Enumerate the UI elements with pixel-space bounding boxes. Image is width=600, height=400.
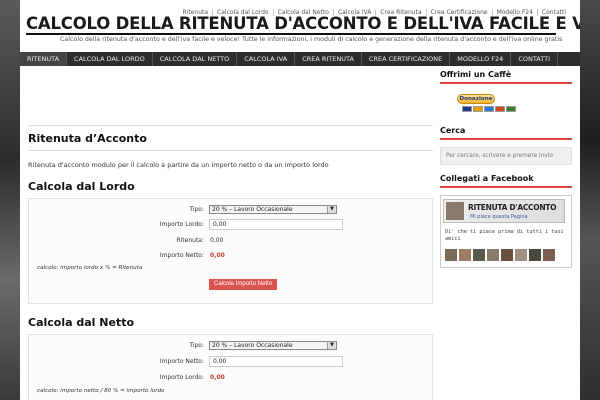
- background-right: [580, 0, 600, 400]
- lordo-importo-input[interactable]: 0,00: [209, 219, 343, 230]
- facebook-page-avatar: [446, 202, 464, 220]
- netto-tipo-label: Tipo:: [189, 342, 204, 349]
- lordo-calculator: Tipo: 20 % – Lavoro Occasionale ▼ Import…: [28, 198, 433, 304]
- lordo-formula: calcolo: importo lordo x % = Ritenuta: [37, 265, 143, 271]
- payment-cards: [462, 106, 516, 112]
- nav-item-calcola-iva[interactable]: CALCOLA IVA: [237, 52, 296, 66]
- facebook-prompt-text: Di' che ti piace prima di tutti i tuoi a…: [445, 229, 564, 242]
- fan-avatar[interactable]: [473, 249, 485, 261]
- discover-card-icon: [495, 106, 505, 112]
- lordo-netto-value: 0,00: [210, 252, 225, 259]
- netto-importo-label: Importo Netto:: [159, 358, 204, 365]
- mastercard-icon: [473, 106, 483, 112]
- lordo-ritenuta-value: 0,00: [210, 237, 224, 244]
- page: Ritenuta Calcola dal Lordo Calcola dal N…: [20, 0, 580, 400]
- netto-calculator: Tipo: 20 % – Lavoro Occasionale ▼ Import…: [28, 334, 433, 400]
- facebook-like-box: RITENUTA D'ACCONTO Mi piace questa Pagin…: [440, 195, 572, 268]
- netto-importo-row: Importo Netto: 0,00: [29, 356, 432, 368]
- netto-lordo-label: Importo Lordo:: [159, 374, 204, 381]
- bank-card-icon: [506, 106, 516, 112]
- lordo-importo-row: Importo Lordo: 0,00: [29, 219, 432, 231]
- site-tagline: Calcolo della ritenuta d'acconto e dell'…: [60, 36, 563, 43]
- nav-item-calcola-lordo[interactable]: CALCOLA DAL LORDO: [67, 52, 153, 66]
- donate-widget: Donazione: [440, 92, 572, 120]
- donate-button[interactable]: Donazione: [457, 94, 495, 104]
- ad-space: [28, 70, 433, 122]
- lordo-importo-label: Importo Lordo:: [159, 221, 204, 228]
- search-input[interactable]: Per cercare, scrivere e premere invio: [440, 147, 572, 165]
- coffee-widget-title: Offrimi un Caffè: [440, 70, 572, 84]
- lordo-tipo-select[interactable]: 20 % – Lavoro Occasionale ▼: [209, 205, 337, 214]
- site-title[interactable]: CALCOLO DELLA RITENUTA D'ACCONTO E DELL'…: [26, 14, 580, 33]
- fan-avatar[interactable]: [543, 249, 555, 261]
- fan-avatar[interactable]: [529, 249, 541, 261]
- post-divider: [28, 150, 433, 151]
- facebook-page-name: RITENUTA D'ACCONTO: [468, 203, 557, 212]
- search-widget-title: Cerca: [440, 126, 572, 140]
- nav-item-modello-f24[interactable]: MODELLO F24: [450, 52, 512, 66]
- nav-item-crea-ritenuta[interactable]: CREA RITENUTA: [295, 52, 362, 66]
- facebook-fans: [445, 249, 555, 261]
- netto-tipo-row: Tipo: 20 % – Lavoro Occasionale ▼: [29, 340, 432, 352]
- netto-lordo-value: 0,00: [210, 374, 225, 381]
- fan-avatar[interactable]: [459, 249, 471, 261]
- nav-item-contatti[interactable]: CONTATTI: [511, 52, 558, 66]
- lordo-tipo-label: Tipo:: [189, 206, 204, 213]
- lordo-ritenuta-row: Ritenuta: 0,00: [29, 235, 432, 247]
- facebook-like-button[interactable]: Mi piace questa Pagina: [470, 214, 528, 220]
- lordo-ritenuta-label: Ritenuta:: [176, 237, 204, 244]
- sidebar: Offrimi un Caffè Donazione Cerca Per cer…: [440, 70, 572, 268]
- main-nav: RITENUTA CALCOLA DAL LORDO CALCOLA DAL N…: [20, 52, 580, 66]
- nav-item-calcola-netto[interactable]: CALCOLA DAL NETTO: [153, 52, 238, 66]
- fan-avatar[interactable]: [445, 249, 457, 261]
- nav-item-ritenuta[interactable]: RITENUTA: [20, 52, 68, 66]
- lordo-tipo-value: 20 % – Lavoro Occasionale: [212, 206, 293, 213]
- post-intro: Ritenuta d'acconto modulo per il calcolo…: [28, 161, 329, 169]
- lordo-netto-row: Importo Netto: 0,00: [29, 250, 432, 262]
- title-divider: [26, 33, 556, 35]
- facebook-page-banner[interactable]: RITENUTA D'ACCONTO Mi piace questa Pagin…: [443, 199, 565, 223]
- netto-formula: calcolo: importo netto / 80 % = importo …: [37, 388, 165, 394]
- main-content: Ritenuta d’Acconto Ritenuta d'acconto mo…: [28, 70, 433, 400]
- netto-section-title: Calcola dal Netto: [28, 316, 135, 329]
- nav-item-crea-certificazione[interactable]: CREA CERTIFICAZIONE: [362, 52, 451, 66]
- lordo-tipo-row: Tipo: 20 % – Lavoro Occasionale ▼: [29, 204, 432, 216]
- post-title: Ritenuta d’Acconto: [28, 125, 433, 145]
- netto-tipo-value: 20 % – Lavoro Occasionale: [212, 342, 293, 349]
- visa-card-icon: [462, 106, 472, 112]
- fan-avatar[interactable]: [487, 249, 499, 261]
- netto-tipo-select[interactable]: 20 % – Lavoro Occasionale ▼: [209, 341, 337, 350]
- chevron-down-icon: ▼: [327, 342, 336, 349]
- calcola-importo-netto-button[interactable]: Calcola Importo Netto: [209, 279, 278, 290]
- lordo-section-title: Calcola dal Lordo: [28, 180, 135, 193]
- fan-avatar[interactable]: [515, 249, 527, 261]
- amex-card-icon: [484, 106, 494, 112]
- chevron-down-icon: ▼: [327, 206, 336, 213]
- lordo-netto-label: Importo Netto:: [159, 252, 204, 259]
- facebook-widget-title: Collegati a Facebook: [440, 174, 572, 188]
- netto-importo-input[interactable]: 0,00: [209, 356, 343, 367]
- fan-avatar[interactable]: [501, 249, 513, 261]
- background-left: [0, 0, 20, 400]
- netto-lordo-row: Importo Lordo: 0,00: [29, 372, 432, 384]
